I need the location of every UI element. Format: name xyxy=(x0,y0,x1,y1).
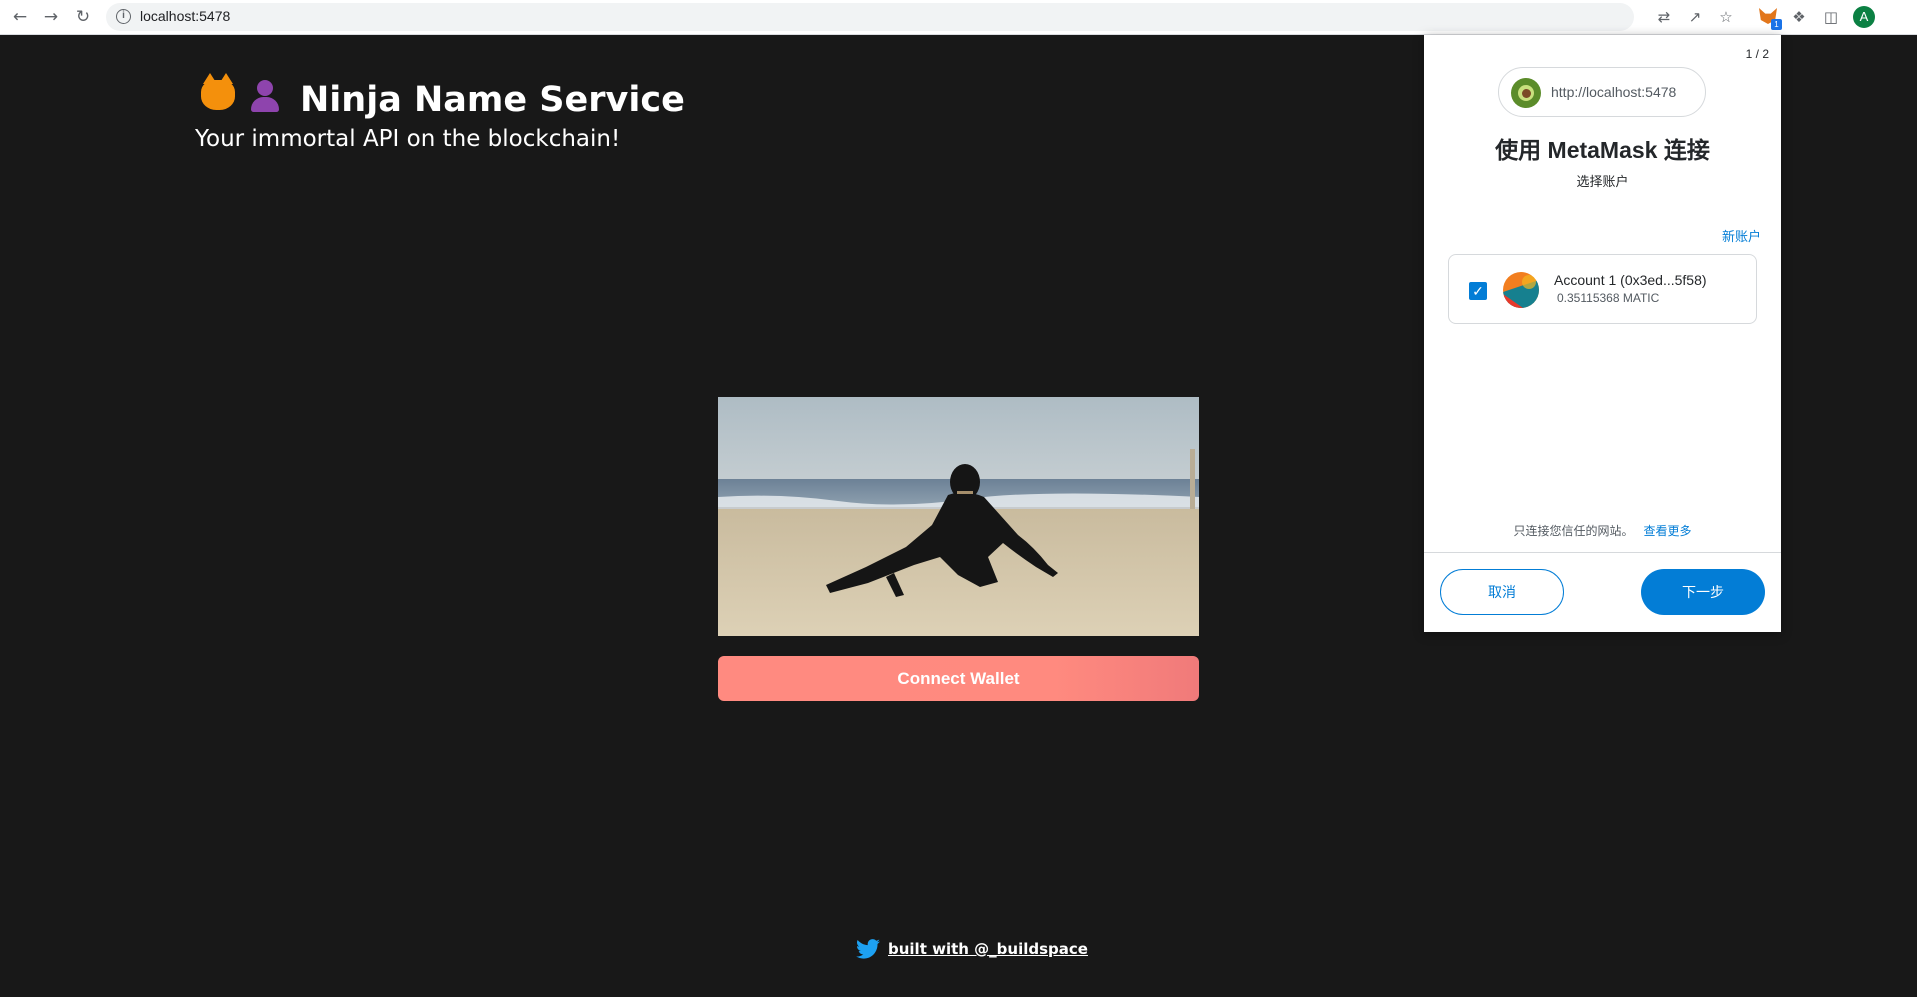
account-list-item[interactable]: ✓ Account 1 (0x3ed...5f58) 0.35115368 MA… xyxy=(1448,254,1757,324)
account-identicon xyxy=(1503,272,1539,308)
translate-icon[interactable]: ⇄ xyxy=(1654,7,1674,27)
footer: built with @_buildspace xyxy=(856,939,1088,959)
reload-icon[interactable]: ↻ xyxy=(72,6,94,28)
ninja-gif-image xyxy=(718,397,1199,636)
next-button[interactable]: 下一步 xyxy=(1641,569,1765,615)
address-bar[interactable]: i localhost:5478 xyxy=(106,3,1634,31)
buildspace-link[interactable]: built with @_buildspace xyxy=(888,940,1088,958)
trust-notice-text: 只连接您信任的网站。 xyxy=(1513,524,1634,538)
share-icon[interactable]: ↗ xyxy=(1685,7,1705,27)
metamask-fox-icon[interactable]: 1 xyxy=(1756,5,1782,30)
extensions-puzzle-icon[interactable]: ❖ xyxy=(1789,7,1809,27)
account-balance: 0.35115368 MATIC xyxy=(1557,291,1660,305)
extension-badge: 1 xyxy=(1771,19,1782,30)
cancel-button[interactable]: 取消 xyxy=(1440,569,1564,615)
forward-icon[interactable]: → xyxy=(40,6,62,28)
account-name: Account 1 (0x3ed...5f58) xyxy=(1554,272,1707,288)
learn-more-link[interactable]: 查看更多 xyxy=(1644,524,1692,538)
bookmark-star-icon[interactable]: ☆ xyxy=(1716,7,1736,27)
browser-toolbar: ← → ↻ i localhost:5478 ⇄ ↗ ☆ 1 ❖ ◫ A xyxy=(0,0,1917,35)
twitter-icon xyxy=(856,939,880,959)
side-panel-icon[interactable]: ◫ xyxy=(1821,7,1841,27)
account-checkbox[interactable]: ✓ xyxy=(1469,282,1487,300)
page-header: Ninja Name Service Your immortal API on … xyxy=(195,73,685,152)
connect-heading: 使用 MetaMask 连接 xyxy=(1495,137,1710,163)
site-origin-url: http://localhost:5478 xyxy=(1551,84,1677,100)
select-account-label: 选择账户 xyxy=(1576,174,1629,189)
page-subtitle: Your immortal API on the blockchain! xyxy=(195,126,621,152)
new-account-link[interactable]: 新账户 xyxy=(1722,226,1761,245)
connect-wallet-button[interactable]: Connect Wallet xyxy=(718,656,1199,701)
avocado-site-icon xyxy=(1511,78,1541,108)
site-origin-pill: http://localhost:5478 xyxy=(1498,67,1706,117)
title-row: Ninja Name Service xyxy=(198,73,685,120)
profile-avatar[interactable]: A xyxy=(1853,6,1875,28)
metamask-popup: 1 / 2 http://localhost:5478 使用 MetaMask … xyxy=(1424,35,1781,632)
footer-divider xyxy=(1424,552,1781,553)
page-count: 1 / 2 xyxy=(1745,47,1769,61)
ninja-emoji xyxy=(245,80,285,120)
cat-face-emoji xyxy=(198,73,238,120)
address-bar-url[interactable]: localhost:5478 xyxy=(140,8,230,24)
page-title: Ninja Name Service xyxy=(300,80,685,120)
trust-notice: 只连接您信任的网站。 查看更多 xyxy=(1424,522,1781,539)
back-icon[interactable]: ← xyxy=(9,6,31,28)
site-info-icon[interactable]: i xyxy=(116,9,131,24)
